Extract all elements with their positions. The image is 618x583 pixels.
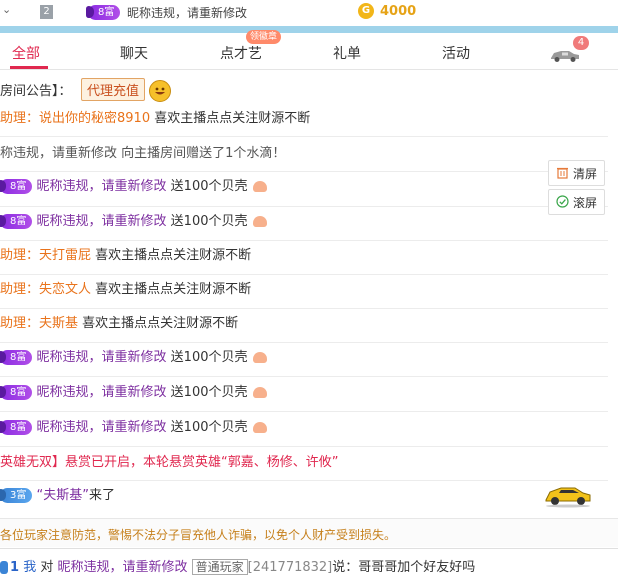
shell-icon	[252, 216, 267, 227]
username[interactable]: 昵称违规，请重新修改	[37, 214, 167, 229]
chat-message: 助理：失恋文人 喜欢主播点点关注财源不断	[0, 281, 608, 299]
target-id: [241771832]	[247, 560, 333, 575]
scroll-screen-button[interactable]: 滚屏	[548, 189, 605, 215]
chat-message: 8富 昵称违规，请重新修改 送100个贝壳	[0, 178, 608, 196]
target-name[interactable]: 昵称违规，请重新修改	[58, 560, 188, 575]
tab-activity[interactable]: 活动	[442, 43, 470, 63]
chat-message: 8富 昵称违规，请重新修改 送100个贝壳	[0, 349, 608, 367]
assistant-prefix: 助理：	[0, 282, 40, 297]
coin-icon: G	[358, 3, 374, 19]
username[interactable]: 昵称违规，请重新修改	[37, 385, 167, 400]
username[interactable]: 昵称违规，请重新修改	[37, 350, 167, 365]
chat-message: 称违规，请重新修改 向主播房间赠送了1个水滴！	[0, 145, 608, 163]
assistant-prefix: 助理：	[0, 316, 40, 331]
role-tag: 普通玩家	[191, 559, 248, 575]
level-icon	[0, 561, 8, 574]
message-text: 送100个贝壳	[170, 214, 248, 229]
active-tab-indicator	[10, 66, 48, 69]
check-circle-icon	[556, 195, 569, 208]
chat-message: 3富 “夫斯基”来了	[0, 487, 608, 505]
message-text: 英雄无双】悬赏已开启，本轮悬赏英雄“郭嘉、杨修、许攸”	[0, 455, 339, 470]
badge-tag: 领徽章	[246, 30, 282, 44]
car-mount-icon	[545, 487, 591, 508]
shell-icon	[252, 387, 267, 398]
username[interactable]: 失恋文人	[39, 282, 91, 297]
car-count-badge: 4	[573, 36, 589, 50]
assistant-prefix: 助理：	[0, 248, 40, 263]
shell-icon	[252, 352, 267, 363]
username[interactable]: 昵称违规，请重新修改	[37, 179, 167, 194]
username[interactable]: 昵称违规，请重新修改	[37, 420, 167, 435]
user-level: 1	[10, 560, 20, 575]
chat-content: 哥哥哥加个好友好吗	[358, 560, 476, 575]
rank-number: 2	[40, 5, 53, 19]
clear-screen-label: 清屏	[573, 167, 598, 181]
tab-all[interactable]: 全部	[12, 43, 40, 63]
wealth-badge: 8富	[0, 214, 33, 229]
private-chat-line: 1 我 对 昵称违规，请重新修改 普通玩家 [241771832]说：哥哥哥加个好…	[0, 548, 618, 583]
message-text: 喜欢主播点点关注财源不断	[95, 282, 252, 297]
tab-bar: 全部 聊天 点才艺 领徽章 礼单 活动 4	[0, 30, 618, 70]
wealth-badge: 8富	[0, 179, 33, 194]
message-text: 送100个贝壳	[170, 179, 248, 194]
chat-message: 助理：天打雷屁 喜欢主播点点关注财源不断	[0, 247, 608, 265]
warning-text: 各位玩家注意防范，警惕不法分子冒充他人诈骗，以免个人财产受到损失。	[0, 528, 397, 542]
sender-name[interactable]: 我	[23, 560, 36, 575]
assistant-prefix: 助理：	[0, 111, 40, 126]
top-user-bar: ⌄ 2 8富 昵称违规，请重新修改 G 4000	[0, 0, 618, 26]
shell-icon	[252, 422, 267, 433]
fraud-warning: 各位玩家注意防范，警惕不法分子冒充他人诈骗，以免个人财产受到损失。	[0, 518, 618, 547]
message-text: 喜欢主播点点关注财源不断	[82, 316, 239, 331]
clear-screen-button[interactable]: 清屏	[548, 160, 605, 186]
chat-message: 8富 昵称违规，请重新修改 送100个贝壳	[0, 213, 608, 231]
wealth-badge: 8富	[0, 350, 33, 365]
username[interactable]: “夫斯基”	[37, 488, 89, 503]
scroll-screen-label: 滚屏	[573, 196, 598, 210]
shell-icon	[252, 181, 267, 192]
room-notice: 房间公告】： 代理充值	[0, 70, 618, 106]
user-nickname[interactable]: 昵称违规，请重新修改	[127, 4, 247, 21]
username[interactable]: 天打雷屁	[39, 248, 91, 263]
username[interactable]: 说出你的秘密8910	[39, 111, 150, 126]
message-text: 送100个贝壳	[170, 385, 248, 400]
coin-balance: 4000	[380, 4, 417, 19]
message-text: 来了	[89, 488, 116, 503]
wealth-badge: 3富	[0, 488, 33, 503]
username[interactable]: 夫斯基	[39, 316, 78, 331]
chat-message: 8富 昵称违规，请重新修改 送100个贝壳	[0, 419, 608, 437]
chat-message: 助理：夫斯基 喜欢主播点点关注财源不断	[0, 315, 608, 333]
to-label: 对	[40, 560, 54, 575]
agent-recharge-button[interactable]: 代理充值	[81, 78, 146, 101]
notice-label: 房间公告】：	[0, 84, 72, 99]
divider-strip	[0, 26, 618, 33]
message-text: 称违规，请重新修改 向主播房间赠送了1个水滴！	[0, 146, 286, 161]
message-text: 喜欢主播点点关注财源不断	[95, 248, 252, 263]
tab-chat[interactable]: 聊天	[120, 43, 148, 63]
message-text: 送100个贝壳	[170, 350, 248, 365]
tab-talent[interactable]: 点才艺	[220, 43, 262, 63]
message-text: 送100个贝壳	[170, 420, 248, 435]
chat-message: 助理：说出你的秘密8910 喜欢主播点点关注财源不断	[0, 110, 608, 128]
wealth-badge: 8富	[0, 385, 33, 400]
chevron-down-icon[interactable]: ⌄	[2, 3, 11, 16]
trash-icon	[557, 167, 568, 179]
said-label: 说：	[332, 560, 359, 575]
message-text: 喜欢主播点点关注财源不断	[154, 111, 311, 126]
wealth-badge: 8富	[85, 5, 121, 20]
smile-emoji-icon	[149, 80, 171, 102]
tab-gift-list[interactable]: 礼单	[333, 43, 361, 63]
hero-announcement: 英雄无双】悬赏已开启，本轮悬赏英雄“郭嘉、杨修、许攸”	[0, 454, 608, 472]
chat-message: 8富 昵称违规，请重新修改 送100个贝壳	[0, 384, 608, 402]
wealth-badge: 8富	[0, 420, 33, 435]
